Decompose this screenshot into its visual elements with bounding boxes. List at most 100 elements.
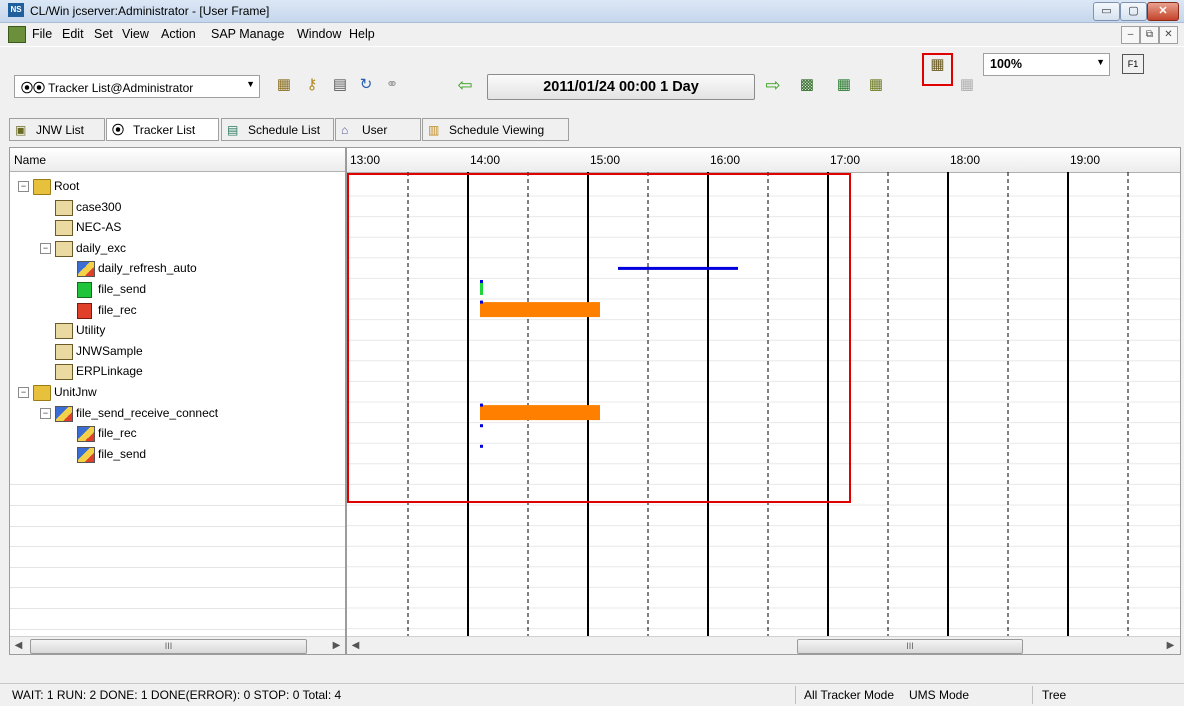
status-bar: WAIT: 1 RUN: 2 DONE: 1 DONE(ERROR): 0 ST… [0,683,1184,706]
menu-set[interactable]: Set [94,27,113,41]
collapse-toggle-icon[interactable]: − [18,387,29,398]
toolbar: ⦿⦿ Tracker List@Administrator ▼ ▦ ⚷ ▤ ↻ … [0,46,1184,113]
collapse-toggle-icon[interactable]: − [40,242,51,254]
scroll-thumb[interactable]: III [30,639,307,654]
app-icon: NS [8,3,24,17]
mdi-restore-button[interactable]: ⧉ [1140,26,1159,44]
tab-bar: ▣ JNW List ⦿ Tracker List ▤ Schedule Lis… [0,118,1184,159]
job-red-icon [77,302,92,319]
grid-line [10,628,345,630]
hour-label: 15:00 [590,153,621,167]
tree-node-label: file_send [98,282,147,296]
jobnet-icon [55,220,73,237]
jobnet-icon [55,323,73,340]
menu-window[interactable]: Window [297,27,341,41]
green-bar [480,283,483,295]
highlight-box [347,173,851,503]
tab-schedule-list[interactable]: ▤ Schedule List [221,118,334,141]
tree-node-label: file_send_receive_connect [76,405,219,420]
document-icon[interactable] [8,26,26,43]
collapse-toggle-icon[interactable]: − [18,181,29,192]
grid-line [10,587,345,589]
tree-node-label: NEC-AS [76,220,122,235]
job-multi-icon [55,405,73,422]
jobnet-icon [55,343,73,360]
filter-icon[interactable]: ▩ [797,75,817,95]
scroll-left-icon[interactable]: ◀ [347,637,364,654]
schedule-viewing-icon: ▥ [428,123,440,137]
mdi-minimize-button[interactable]: – [1121,26,1140,44]
menu-view[interactable]: View [122,27,149,41]
tab-label: Schedule List [248,123,321,137]
jobnet-icon [55,364,73,381]
back-arrow-icon[interactable]: ⇦ [455,75,475,95]
tree-node-label: file_rec [98,302,137,317]
chevron-down-icon[interactable]: ▼ [246,79,255,89]
menu-help[interactable]: Help [349,27,375,41]
grid-line [10,546,345,548]
timeline-header: 13:00 14:00 15:00 16:00 17:00 18:00 19:00 [347,148,1180,173]
job-green-icon [77,282,92,298]
gantt-chart [347,172,1180,636]
grid-line [10,505,345,506]
tree-node-label: file_rec [98,426,137,441]
maximize-button[interactable]: ▢ [1120,2,1147,21]
close-button[interactable]: ✕ [1147,2,1179,21]
tab-tracker-list[interactable]: ⦿ Tracker List [106,118,219,141]
tree-node-label: Root [54,179,80,193]
tree-node-label: JNWSample [76,343,143,358]
menu-action[interactable]: Action [161,27,196,41]
binoculars-icon[interactable]: ⚭ [382,75,402,95]
tree-node-label: case300 [76,199,122,214]
window-title: CL/Win jcserver:Administrator - [User Fr… [30,4,270,18]
collapse-toggle-icon[interactable]: − [40,407,51,419]
scroll-thumb[interactable]: III [797,639,1023,654]
jnw-icon: ▣ [15,123,27,137]
menu-sap-manage[interactable]: SAP Manage [211,27,284,41]
tab-label: Tracker List [133,123,196,137]
tab-schedule-viewing[interactable]: ▥ Schedule Viewing [422,118,569,141]
status-marker [480,424,483,428]
scroll-right-icon[interactable]: ▶ [1162,637,1179,654]
name-column-header[interactable]: Name [10,148,345,172]
grid-line [10,525,345,527]
tree-hscrollbar[interactable]: ◀ III ▶ [10,636,345,654]
forward-arrow-icon[interactable]: ⇨ [763,75,783,95]
job-multi-icon [77,446,95,463]
blue-bar [618,266,738,270]
jobnet-icon [55,199,73,216]
tree-node-label: daily_refresh_auto [98,261,197,276]
orange-bar [480,405,600,421]
help-icon[interactable]: F1 [1122,54,1144,74]
menu-edit[interactable]: Edit [62,27,84,41]
open-icon[interactable]: ▦ [274,75,294,95]
hour-label: 14:00 [470,153,501,167]
scroll-left-icon[interactable]: ◀ [10,637,27,654]
properties-icon[interactable]: ▤ [330,75,350,95]
status-view-mode: Tree [1042,688,1067,702]
chevron-down-icon[interactable]: ▼ [1096,57,1105,67]
tracker-icon: ⦿ [112,123,125,137]
mdi-close-button[interactable]: ✕ [1159,26,1178,44]
chart-hscrollbar[interactable]: ◀ III ▶ [347,636,1180,654]
key-icon[interactable]: ⚷ [302,75,322,95]
scroll-right-icon[interactable]: ▶ [328,637,345,654]
menu-file[interactable]: File [32,27,52,41]
tree-node-label: Utility [76,323,106,338]
zoom-select[interactable]: 100% ▼ [983,53,1110,76]
menu-bar: File Edit Set View Action SAP Manage Win… [0,23,1184,45]
calendar-icon[interactable]: ▦ [834,75,854,95]
orange-bar [480,302,600,318]
tab-jnw-list[interactable]: ▣ JNW List [9,118,105,141]
hour-label: 18:00 [950,153,981,167]
minimize-button[interactable]: ▭ [1093,2,1120,21]
tracker-select[interactable]: ⦿⦿ Tracker List@Administrator ▼ [14,75,260,98]
highlighted-view-icon[interactable]: ▦ [922,53,953,86]
status-marker [480,403,483,407]
user-menu-icon: ⌂ [341,123,349,137]
tab-user-menu[interactable]: ⌂ User Menu [335,118,421,159]
status-divider [1032,686,1033,704]
refresh-icon[interactable]: ↻ [356,75,376,95]
date-range-display[interactable]: 2011/01/24 00:00 1 Day [487,74,755,100]
calendar-week-icon[interactable]: ▦ [866,75,886,95]
